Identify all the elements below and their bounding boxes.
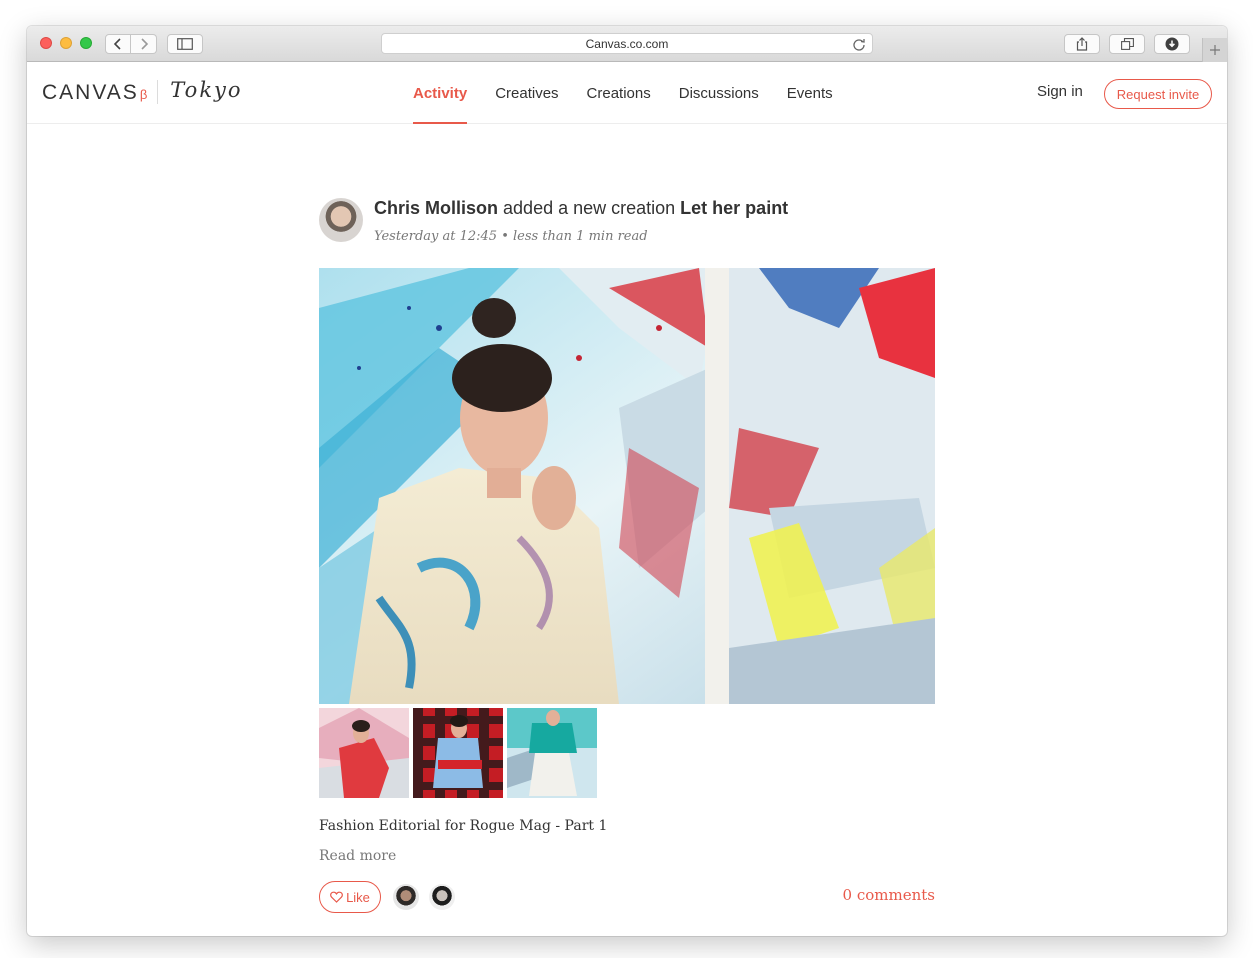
- like-label: Like: [346, 889, 370, 905]
- tabs-icon: [1120, 38, 1134, 50]
- maximize-window-button[interactable]: [80, 37, 92, 49]
- browser-toolbar: Canvas.co.com: [27, 26, 1227, 62]
- sidebar-icon: [177, 38, 193, 50]
- post-action: added a new creation: [503, 198, 676, 218]
- creation-thumbnails: [319, 708, 597, 798]
- heart-icon: [330, 891, 343, 903]
- download-icon: [1165, 37, 1179, 51]
- main-navigation: Activity Creatives Creations Discussions…: [413, 62, 861, 124]
- show-tabs-button[interactable]: [1109, 34, 1145, 54]
- site-logo[interactable]: CANVAS β Tokyo: [42, 78, 241, 105]
- liker-avatar[interactable]: [393, 884, 419, 910]
- nav-events[interactable]: Events: [787, 62, 833, 124]
- site-header: CANVAS β Tokyo Activity Creatives Creati…: [27, 62, 1227, 124]
- reload-icon[interactable]: [852, 37, 866, 51]
- logo-divider: [157, 80, 159, 104]
- plus-icon: [1210, 45, 1220, 55]
- main-photo-image: [319, 268, 935, 704]
- address-bar[interactable]: Canvas.co.com: [381, 33, 873, 54]
- creation-title[interactable]: Let her paint: [680, 198, 788, 218]
- beta-badge: β: [139, 87, 148, 102]
- forward-button[interactable]: [131, 34, 157, 54]
- liker-avatar[interactable]: [429, 884, 455, 910]
- comments-link[interactable]: 0 comments: [843, 886, 935, 904]
- nav-creatives[interactable]: Creatives: [495, 62, 558, 124]
- like-button[interactable]: Like: [319, 881, 381, 913]
- logo-text: CANVAS: [42, 81, 139, 104]
- sign-in-link[interactable]: Sign in: [1037, 83, 1083, 100]
- author-avatar[interactable]: [319, 198, 363, 242]
- nav-activity[interactable]: Activity: [413, 62, 468, 124]
- city-name: Tokyo: [170, 78, 243, 102]
- share-button[interactable]: [1064, 34, 1100, 54]
- creation-caption: Fashion Editorial for Rogue Mag - Part 1: [319, 818, 608, 834]
- chevron-right-icon: [140, 38, 148, 50]
- request-invite-button[interactable]: Request invite: [1104, 79, 1212, 109]
- sidebar-toggle-button[interactable]: [167, 34, 203, 54]
- post-meta: Yesterday at 12:45 • less than 1 min rea…: [374, 229, 648, 244]
- thumbnail-teal-top[interactable]: [507, 708, 597, 798]
- creation-main-image[interactable]: [319, 268, 935, 704]
- nav-discussions[interactable]: Discussions: [679, 62, 759, 124]
- thumbnail-red-kimono[interactable]: [319, 708, 409, 798]
- read-more-link[interactable]: Read more: [319, 848, 396, 864]
- thumbnail-image-1: [319, 708, 409, 798]
- thumbnail-red-plaid[interactable]: [413, 708, 503, 798]
- downloads-button[interactable]: [1154, 34, 1190, 54]
- browser-window: Canvas.co.com CANVAS β Tokyo Activity Cr…: [27, 26, 1227, 936]
- nav-creations[interactable]: Creations: [587, 62, 651, 124]
- chevron-left-icon: [113, 38, 121, 50]
- close-window-button[interactable]: [40, 37, 52, 49]
- new-tab-button[interactable]: [1202, 38, 1227, 62]
- url-text: Canvas.co.com: [585, 36, 669, 51]
- thumbnail-image-3: [507, 708, 597, 798]
- minimize-window-button[interactable]: [60, 37, 72, 49]
- share-icon: [1076, 37, 1088, 51]
- author-name[interactable]: Chris Mollison: [374, 198, 498, 218]
- post-headline: Chris Mollison added a new creation Let …: [374, 198, 788, 219]
- thumbnail-image-2: [413, 708, 503, 798]
- back-button[interactable]: [105, 34, 131, 54]
